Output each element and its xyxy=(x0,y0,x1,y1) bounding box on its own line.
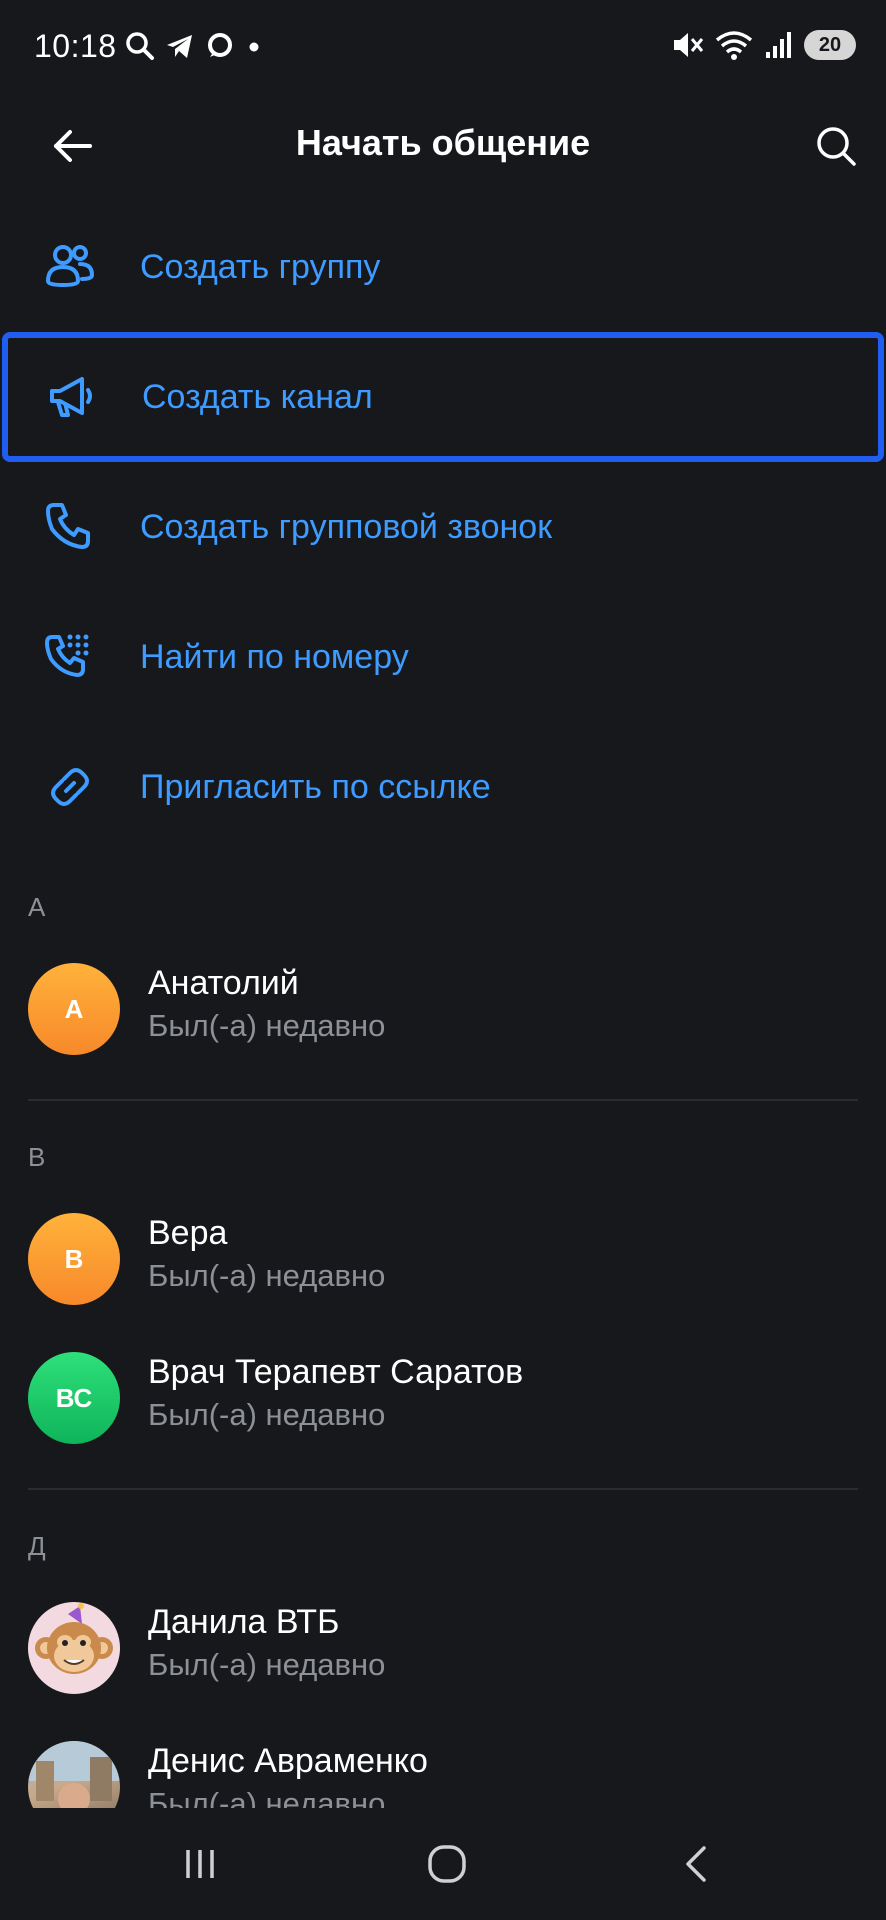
dot-icon xyxy=(249,42,259,52)
section-header-d: Д xyxy=(28,1531,46,1561)
megaphone-icon xyxy=(44,369,100,425)
contact-status: Был(-а) недавно xyxy=(148,1258,386,1293)
contact-name: Врач Терапевт Саратов xyxy=(148,1353,524,1391)
monkey-avatar-icon xyxy=(28,1602,120,1694)
page-title: Начать общение xyxy=(295,122,591,163)
recent-apps-icon xyxy=(186,1850,214,1878)
contact-name: Вера xyxy=(148,1214,228,1252)
section-header-v: В xyxy=(28,1142,46,1172)
home-button[interactable] xyxy=(407,1832,487,1896)
menu-item-find-by-number[interactable]: Найти по номеру xyxy=(0,592,886,722)
system-icons: 20 xyxy=(670,28,856,62)
contact-row[interactable]: Данила ВТБ Был(-а) недавно xyxy=(0,1583,886,1713)
status-bar: 10:18 20 xyxy=(0,0,886,92)
system-nav-bar xyxy=(0,1808,886,1920)
contact-row[interactable]: ВС Врач Терапевт Саратов Был(-а) недавно xyxy=(0,1333,886,1463)
contact-name: Данила ВТБ xyxy=(148,1603,340,1641)
telegram-icon xyxy=(167,35,192,58)
search-button[interactable] xyxy=(804,114,868,178)
phone-icon xyxy=(42,499,98,555)
contact-status: Был(-а) недавно xyxy=(148,1008,386,1043)
avatar: ВС xyxy=(28,1352,120,1444)
signal-icon xyxy=(766,32,791,58)
menu-item-label: Создать группу xyxy=(140,247,381,286)
menu-item-invite-by-link[interactable]: Пригласить по ссылке xyxy=(0,722,886,852)
menu-item-label: Создать групповой звонок xyxy=(140,507,553,546)
wifi-icon xyxy=(715,31,753,60)
contact-name: Денис Авраменко xyxy=(148,1742,428,1780)
avatar: А xyxy=(28,963,120,1055)
menu-item-label: Найти по номеру xyxy=(140,637,409,676)
action-menu: Создать группу Создать канал Создать гру… xyxy=(0,202,886,852)
section-header-a: А xyxy=(28,892,46,922)
home-icon xyxy=(428,1845,466,1883)
search-icon xyxy=(817,127,856,166)
contact-status: Был(-а) недавно xyxy=(148,1647,386,1682)
search-notification-icon xyxy=(126,32,154,60)
divider xyxy=(28,1488,858,1490)
menu-item-label: Пригласить по ссылке xyxy=(140,767,491,806)
contact-name: Анатолий xyxy=(148,964,299,1002)
menu-item-create-channel[interactable]: Создать канал xyxy=(2,332,884,462)
app-bar: Начать общение xyxy=(0,92,886,194)
link-icon xyxy=(42,759,98,815)
status-time: 10:18 xyxy=(34,28,117,64)
avatar: В xyxy=(28,1213,120,1305)
menu-item-label: Создать канал xyxy=(142,377,373,416)
menu-item-create-group[interactable]: Создать группу xyxy=(0,202,886,332)
notification-icons xyxy=(124,30,264,62)
divider xyxy=(28,1099,858,1101)
contact-row[interactable]: В Вера Был(-а) недавно xyxy=(0,1194,886,1324)
mute-icon xyxy=(674,33,704,57)
system-back-button[interactable] xyxy=(656,1832,736,1896)
recent-apps-button[interactable] xyxy=(160,1832,240,1896)
chevron-left-icon xyxy=(686,1846,706,1882)
contact-status: Был(-а) недавно xyxy=(148,1397,386,1432)
contact-row[interactable]: А Анатолий Был(-а) недавно xyxy=(0,944,886,1074)
dialpad-phone-icon xyxy=(42,629,98,685)
chat-bubble-icon xyxy=(208,33,232,57)
group-icon xyxy=(42,239,98,295)
menu-item-create-group-call[interactable]: Создать групповой звонок xyxy=(0,462,886,592)
battery-icon: 20 xyxy=(804,30,856,60)
